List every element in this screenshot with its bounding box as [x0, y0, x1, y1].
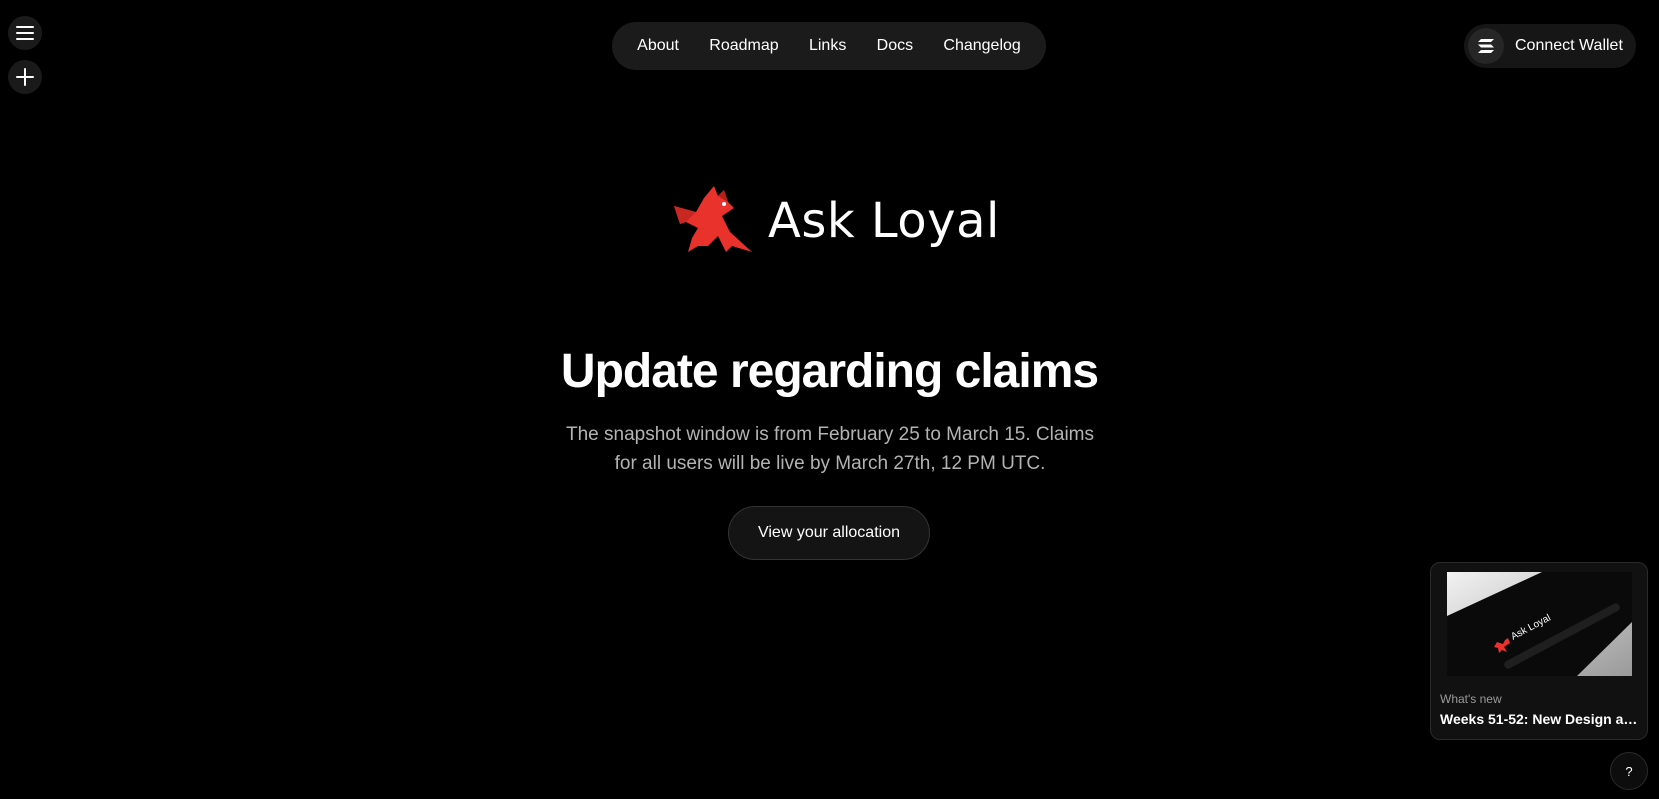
nav-item-docs[interactable]: Docs	[871, 33, 919, 59]
new-chat-button[interactable]	[8, 60, 42, 94]
nav-item-roadmap[interactable]: Roadmap	[703, 33, 784, 59]
nav-item-changelog[interactable]: Changelog	[937, 33, 1026, 59]
news-kicker: What's new	[1440, 692, 1502, 706]
brand-name: Ask Loyal	[768, 193, 1000, 249]
news-title: Weeks 51-52: New Design an...	[1440, 711, 1640, 727]
menu-button[interactable]	[8, 16, 42, 50]
connect-wallet-label: Connect Wallet	[1515, 37, 1623, 54]
plus-icon	[16, 68, 34, 86]
top-nav: About Roadmap Links Docs Changelog	[612, 22, 1046, 70]
help-button[interactable]: ?	[1610, 752, 1648, 790]
brand-logo: Ask Loyal	[674, 185, 1000, 257]
news-thumbnail: Ask Loyal	[1447, 572, 1632, 676]
connect-wallet-button[interactable]: Connect Wallet	[1464, 24, 1636, 68]
nav-item-about[interactable]: About	[631, 33, 685, 59]
hero-description: The snapshot window is from February 25 …	[566, 424, 1094, 474]
hamburger-menu-icon	[16, 26, 34, 40]
nav-item-links[interactable]: Links	[803, 33, 852, 59]
hero-title: Update regarding claims	[560, 345, 1099, 398]
red-fox-logo-icon	[674, 185, 752, 257]
view-allocation-button[interactable]: View your allocation	[728, 506, 930, 560]
whats-new-card[interactable]: Ask Loyal What's new Weeks 51-52: New De…	[1430, 562, 1648, 740]
solana-icon	[1468, 28, 1504, 64]
